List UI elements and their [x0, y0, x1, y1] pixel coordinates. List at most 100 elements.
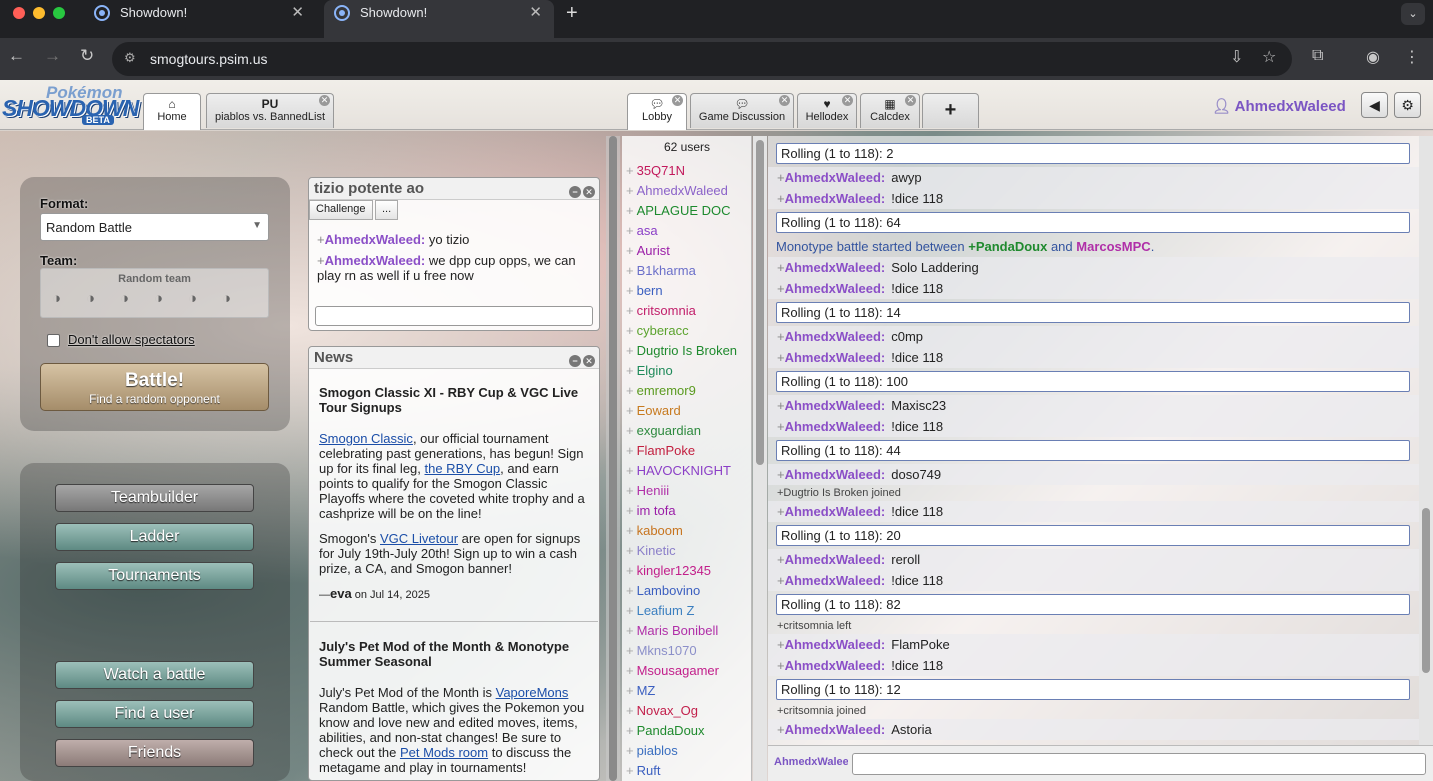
userlist-item[interactable]: + Heniii: [626, 483, 669, 498]
forward-arrow-icon[interactable]: →: [44, 46, 61, 66]
tab-hellodex[interactable]: ♥ Hellodex ✕: [797, 93, 857, 128]
userlist-item[interactable]: + Msousagamer: [626, 663, 719, 678]
chat-username[interactable]: AhmedxWaleed:: [785, 467, 886, 482]
close-icon[interactable]: ✕: [905, 95, 916, 106]
friends-button[interactable]: Friends: [55, 739, 254, 767]
username[interactable]: 👤︎ AhmedxWaleed: [1212, 97, 1346, 115]
user-name[interactable]: im tofa: [637, 503, 676, 518]
tab-battle-pu[interactable]: PU piablos vs. BannedList ✕: [206, 93, 334, 128]
chat-scrollbar[interactable]: [1419, 136, 1433, 745]
close-icon[interactable]: ✕: [842, 95, 853, 106]
chat-username[interactable]: AhmedxWaleed:: [785, 504, 886, 519]
gear-icon[interactable]: ⚙: [1394, 92, 1421, 118]
userlist-item[interactable]: + cyberacc: [626, 323, 689, 338]
no-spectators-label[interactable]: Don't allow spectators: [68, 332, 195, 347]
user-name[interactable]: cyberacc: [637, 323, 689, 338]
userlist-item[interactable]: + Mkns1070: [626, 643, 697, 658]
minimize-icon[interactable]: −: [569, 355, 581, 367]
userlist-item[interactable]: + Kinetic: [626, 543, 676, 558]
userlist-item[interactable]: + Eoward: [626, 403, 681, 418]
watch-battle-button[interactable]: Watch a battle: [55, 661, 254, 689]
userlist-item[interactable]: + bern: [626, 283, 663, 298]
tab-game-discussion[interactable]: 💬︎ Game Discussion ✕: [690, 93, 794, 128]
close-icon[interactable]: ✕: [319, 95, 330, 106]
userlist-item[interactable]: + kaboom: [626, 523, 683, 538]
user-name[interactable]: piablos: [637, 743, 678, 758]
user-name[interactable]: Ruft: [637, 763, 661, 778]
chat-username[interactable]: AhmedxWaleed:: [785, 398, 886, 413]
chat-username[interactable]: AhmedxWaleed:: [785, 419, 886, 434]
no-spectators-checkbox[interactable]: [47, 334, 60, 347]
userlist-item[interactable]: + HAVOCKNIGHT: [626, 463, 731, 478]
user-name[interactable]: critsomnia: [637, 303, 696, 318]
user-name[interactable]: 35Q71N: [637, 163, 685, 178]
userlist-item[interactable]: + Ruft: [626, 763, 660, 778]
close-tab-icon[interactable]: ✕: [291, 0, 304, 26]
chat-username[interactable]: AhmedxWaleed:: [785, 170, 886, 185]
back-arrow-icon[interactable]: ←: [8, 46, 25, 66]
chat-username[interactable]: AhmedxWaleed:: [785, 350, 886, 365]
user-name[interactable]: Aurist: [637, 243, 670, 258]
user-name[interactable]: kaboom: [637, 523, 683, 538]
profile-icon[interactable]: ◉: [1366, 47, 1380, 67]
close-icon[interactable]: ✕: [583, 355, 595, 367]
minimize-window-button[interactable]: [33, 7, 45, 19]
ladder-button[interactable]: Ladder: [55, 523, 254, 551]
tab-search-chevron-icon[interactable]: ⌄: [1401, 3, 1425, 25]
bookmark-star-icon[interactable]: ☆: [1262, 47, 1276, 67]
user-name[interactable]: exguardian: [637, 423, 701, 438]
chat-input[interactable]: [852, 753, 1426, 775]
userlist-item[interactable]: +35Q71N: [626, 163, 685, 178]
user-name[interactable]: MZ: [637, 683, 656, 698]
user-name[interactable]: bern: [637, 283, 663, 298]
userlist-item[interactable]: + Novax_Og: [626, 703, 698, 718]
close-window-button[interactable]: [13, 7, 25, 19]
chat-username[interactable]: AhmedxWaleed:: [785, 191, 886, 206]
reload-icon[interactable]: ↻: [80, 46, 94, 66]
user-name[interactable]: Maris Bonibell: [637, 623, 719, 638]
userlist-item[interactable]: + exguardian: [626, 423, 701, 438]
chat-username[interactable]: AhmedxWaleed:: [785, 281, 886, 296]
omnibox[interactable]: ⚙ smogtours.psim.us: [112, 42, 1292, 76]
chat-username[interactable]: AhmedxWaleed:: [785, 552, 886, 567]
user-name[interactable]: Novax_Og: [637, 703, 698, 718]
user-name[interactable]: asa: [637, 223, 658, 238]
battle-button[interactable]: Battle! Find a random opponent: [40, 363, 269, 411]
user-name[interactable]: HAVOCKNIGHT: [637, 463, 731, 478]
more-button[interactable]: ...: [375, 200, 399, 220]
close-tab-icon[interactable]: ✕: [529, 0, 542, 26]
zoom-window-button[interactable]: [53, 7, 65, 19]
format-select[interactable]: Random Battle ▼: [40, 213, 269, 241]
user-name[interactable]: Mkns1070: [637, 643, 697, 658]
userlist-item[interactable]: + APLAGUE DOC: [626, 203, 731, 218]
tab-calcdex[interactable]: ▦ Calcdex ✕: [860, 93, 920, 128]
pm-input[interactable]: [315, 306, 593, 326]
close-icon[interactable]: ✕: [672, 95, 683, 106]
browser-tab-2[interactable]: Showdown! ✕: [324, 0, 554, 38]
tab-home[interactable]: ⌂ Home: [143, 93, 201, 130]
extensions-icon[interactable]: ⧉: [1312, 47, 1323, 65]
chat-username[interactable]: AhmedxWaleed:: [785, 260, 886, 275]
user-name[interactable]: Elgino: [637, 363, 673, 378]
user-name[interactable]: AhmedxWaleed: [637, 183, 728, 198]
userlist-item[interactable]: + Lambovino: [626, 583, 700, 598]
userlist-item[interactable]: + B1kharma: [626, 263, 696, 278]
userlist-item[interactable]: + FlamPoke: [626, 443, 695, 458]
tournaments-button[interactable]: Tournaments: [55, 562, 254, 590]
userlist-item[interactable]: + kingler12345: [626, 563, 711, 578]
teambuilder-button[interactable]: Teambuilder: [55, 484, 254, 512]
install-app-icon[interactable]: ⇩: [1230, 47, 1243, 67]
new-room-button[interactable]: +: [922, 93, 979, 128]
chat-username[interactable]: AhmedxWaleed:: [785, 329, 886, 344]
user-name[interactable]: Dugtrio Is Broken: [637, 343, 737, 358]
user-name[interactable]: Kinetic: [637, 543, 676, 558]
userlist-item[interactable]: + Aurist: [626, 243, 670, 258]
close-icon[interactable]: ✕: [779, 95, 790, 106]
pm-title[interactable]: tizio potente ao − ✕: [309, 178, 599, 200]
userlist-item[interactable]: + MZ: [626, 683, 655, 698]
user-name[interactable]: B1kharma: [637, 263, 696, 278]
minimize-icon[interactable]: −: [569, 186, 581, 198]
userlist-item[interactable]: + Dugtrio Is Broken: [626, 343, 737, 358]
new-tab-button[interactable]: +: [566, 0, 578, 26]
user-name[interactable]: FlamPoke: [637, 443, 696, 458]
